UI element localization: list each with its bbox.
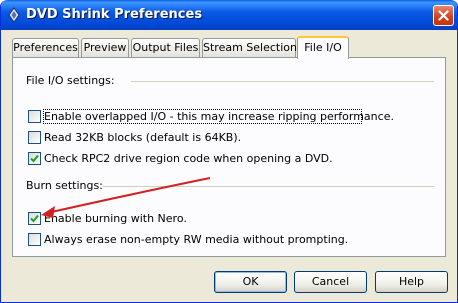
- tab-stream-selections[interactable]: Stream Selections: [202, 38, 303, 57]
- section-divider: [103, 186, 434, 187]
- nero-burning-checkbox[interactable]: [28, 212, 41, 225]
- cancel-button[interactable]: Cancel: [294, 271, 367, 293]
- tab-preferences[interactable]: Preferences: [12, 38, 79, 57]
- tab-file-io[interactable]: File I/O: [297, 36, 349, 59]
- read-32kb-checkbox[interactable]: [28, 131, 41, 144]
- tab-output-files[interactable]: Output Files: [131, 38, 200, 57]
- window-title: DVD Shrink Preferences: [26, 7, 203, 22]
- nero-burning-label: Enable burning with Nero.: [44, 212, 187, 225]
- erase-rw-checkbox[interactable]: [28, 233, 41, 246]
- close-x-icon: [438, 10, 449, 21]
- tab-strip: Preferences Preview Output Files Stream …: [1, 36, 457, 59]
- preferences-dialog: DVD Shrink Preferences Preferences Previ…: [0, 0, 458, 303]
- overlapped-io-checkbox[interactable]: [28, 110, 41, 123]
- title-bar[interactable]: DVD Shrink Preferences: [1, 0, 457, 30]
- rpc2-region-checkbox[interactable]: [28, 152, 41, 165]
- tab-preview[interactable]: Preview: [81, 38, 129, 57]
- ok-button[interactable]: OK: [214, 271, 287, 293]
- checkmark-icon: [30, 154, 39, 163]
- help-button[interactable]: Help: [375, 271, 448, 293]
- file-io-tab-panel: File I/O settings: Enable overlapped I/O…: [12, 57, 446, 257]
- dvd-shrink-app-icon: [8, 7, 20, 23]
- rpc2-region-label: Check RPC2 drive region code when openin…: [44, 152, 333, 165]
- erase-rw-label: Always erase non-empty RW media without …: [44, 233, 349, 246]
- burn-settings-label: Burn settings:: [26, 179, 103, 192]
- focus-rectangle: [43, 109, 362, 124]
- section-divider: [131, 81, 434, 82]
- checkmark-icon: [30, 214, 39, 223]
- read-32kb-label: Read 32KB blocks (default is 64KB).: [44, 131, 242, 144]
- close-button[interactable]: [433, 5, 454, 26]
- file-io-settings-label: File I/O settings:: [26, 74, 115, 87]
